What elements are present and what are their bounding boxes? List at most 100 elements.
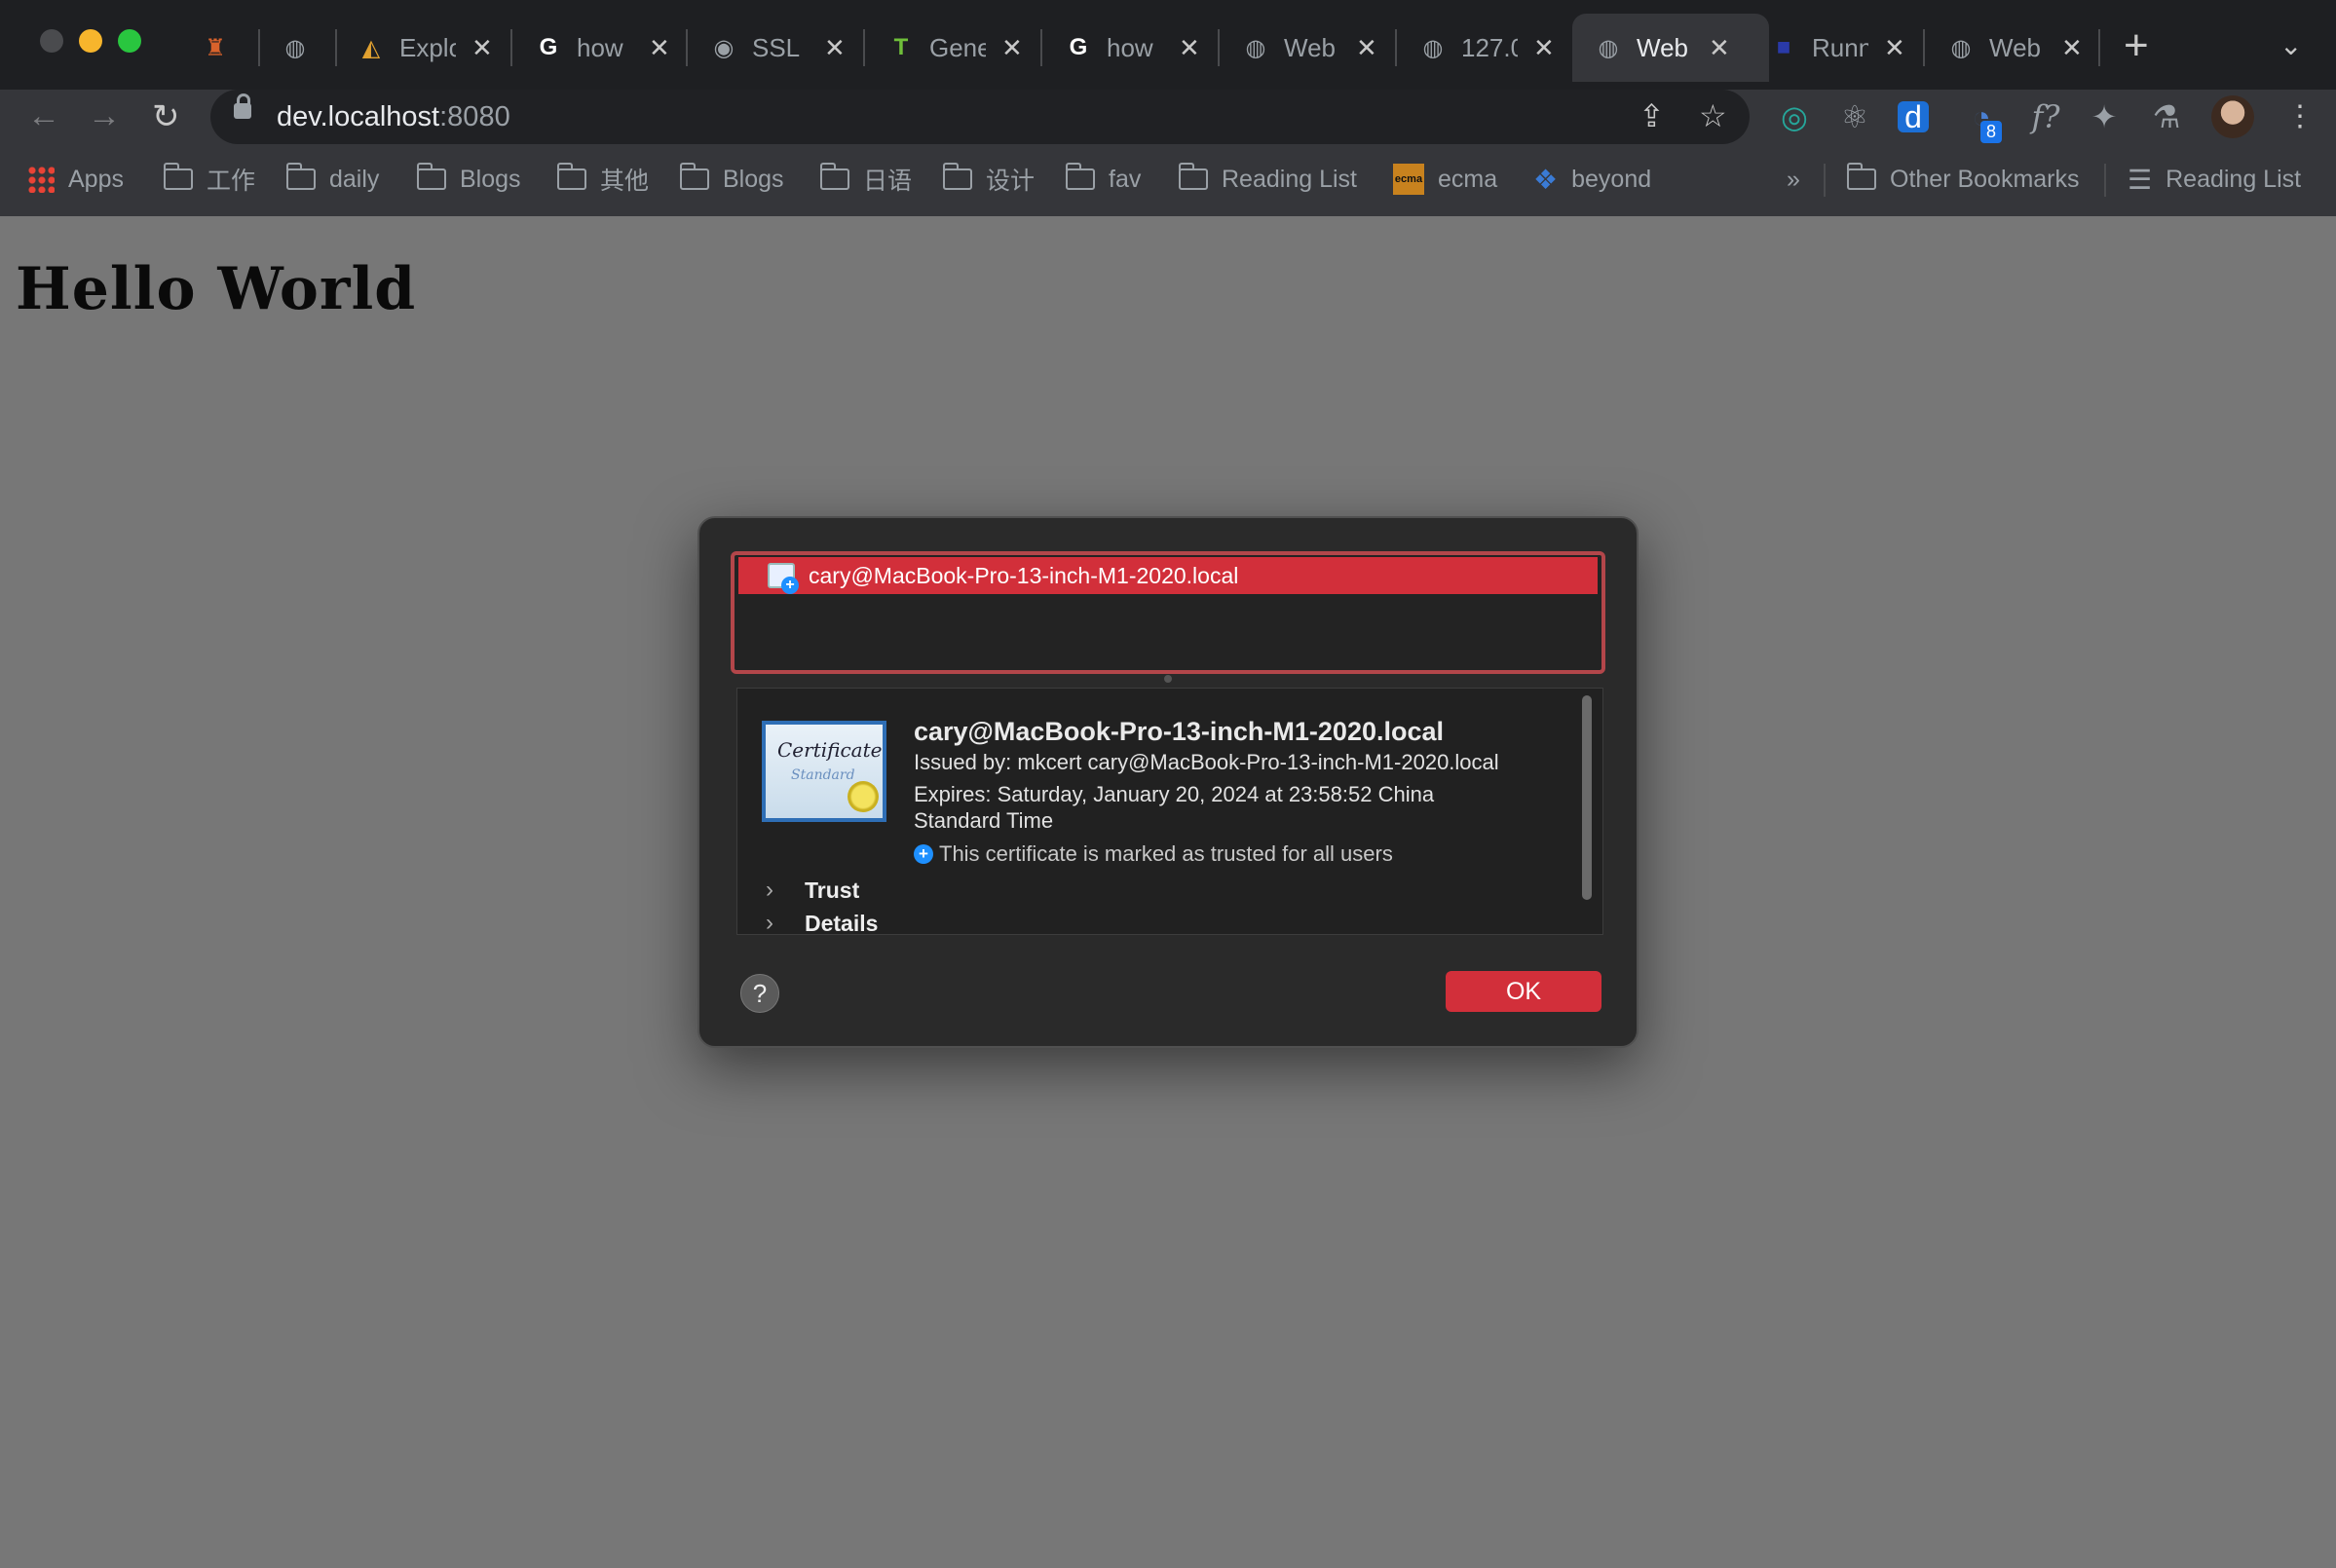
blue-square-icon: ■	[1776, 34, 1791, 60]
labs-flask-icon[interactable]: ⚗	[2147, 97, 2186, 136]
bookmarks-overflow-button[interactable]: »	[1787, 162, 1800, 197]
bookmark-ecma[interactable]: ecma ecma	[1393, 162, 1497, 197]
globe-icon: ◍	[284, 34, 306, 61]
github-icon: ◉	[713, 34, 735, 61]
tab-1[interactable]: ♜	[201, 14, 244, 82]
tab-title: Runn	[1812, 32, 1868, 62]
tab-10-active[interactable]: ◍ Web ✕	[1572, 14, 1769, 82]
menu-kebab-icon[interactable]: ⋮	[2285, 99, 2315, 133]
tab-separator	[2098, 29, 2100, 66]
ok-button[interactable]: OK	[1446, 971, 1601, 1012]
folder-icon	[163, 163, 193, 190]
tab-search-chevron-icon[interactable]: ⌄	[2279, 29, 2302, 61]
bookmark-folder[interactable]: fav	[1065, 162, 1141, 197]
tab-8[interactable]: ◍ Web ✕	[1241, 14, 1377, 82]
browser-window: ♜ ◍ ◭ Explo ✕ G how ✕ ◉ SSL ✕ T Gene ✕ G…	[0, 0, 2336, 1568]
close-icon[interactable]: ✕	[2061, 33, 2083, 63]
reload-icon[interactable]: ↻	[152, 97, 180, 136]
puzzle-extensions-icon[interactable]: ✦	[2085, 97, 2124, 136]
bookmark-beyond[interactable]: ❖ beyond	[1533, 162, 1651, 197]
tab-separator	[686, 29, 688, 66]
close-icon[interactable]: ✕	[649, 33, 670, 63]
tab-separator	[1923, 29, 1925, 66]
close-icon[interactable]: ✕	[1001, 33, 1023, 63]
function-extension-icon[interactable]: f?	[2026, 97, 2065, 136]
certificate-list-item[interactable]: cary@MacBook-Pro-13-inch-M1-2020.local	[738, 557, 1598, 594]
tab-9[interactable]: ◍ 127.0 ✕	[1418, 14, 1555, 82]
back-arrow-icon[interactable]: ←	[27, 97, 60, 135]
tab-6[interactable]: T Gene ✕	[886, 14, 1023, 82]
game-icon: ♜	[205, 34, 226, 61]
seal-icon	[848, 781, 879, 812]
d-extension-icon[interactable]: d	[1898, 99, 1929, 134]
new-tab-button[interactable]: +	[2124, 21, 2149, 70]
trusted-note-text: This certificate is marked as trusted fo…	[939, 841, 1393, 866]
chevron-right-icon: ›	[766, 877, 773, 903]
tab-12[interactable]: ◍ Web ✕	[1946, 14, 2083, 82]
bookmark-label: beyond	[1571, 165, 1652, 193]
certificate-icon	[768, 563, 799, 594]
other-bookmarks[interactable]: Other Bookmarks	[1846, 162, 2080, 197]
bookmark-folder[interactable]: Blogs	[679, 162, 784, 197]
bookmark-apps[interactable]: Apps	[27, 162, 124, 197]
bookmark-folder[interactable]: 其他	[556, 162, 650, 197]
explorer-icon: ◭	[361, 34, 381, 61]
window-maximize-button[interactable]	[118, 29, 141, 53]
bookmark-label: Reading List	[1222, 165, 1357, 193]
bookmark-label: Blogs	[460, 165, 521, 193]
bookmark-folder[interactable]: Blogs	[416, 162, 521, 197]
close-icon[interactable]: ✕	[1179, 33, 1200, 63]
ecma-icon: ecma	[1393, 164, 1424, 195]
certificate-list-label: cary@MacBook-Pro-13-inch-M1-2020.local	[809, 562, 1239, 588]
window-close-button[interactable]	[40, 29, 63, 53]
tab-7[interactable]: G how ✕	[1064, 14, 1200, 82]
bookmark-folder[interactable]: 设计	[942, 162, 1035, 197]
tab-title: Explo	[399, 32, 456, 62]
close-icon[interactable]: ✕	[1709, 33, 1730, 63]
tab-title: how	[577, 32, 623, 62]
close-icon[interactable]: ✕	[1356, 33, 1377, 63]
google-icon: G	[539, 34, 558, 60]
details-disclosure[interactable]: › Details	[766, 914, 878, 933]
react-devtools-icon[interactable]: ⚛	[1835, 97, 1874, 136]
close-icon[interactable]: ✕	[824, 33, 846, 63]
bookmark-star-icon[interactable]: ☆	[1699, 97, 1727, 134]
forward-arrow-icon[interactable]: →	[88, 97, 121, 135]
folder-icon	[942, 163, 972, 190]
tab-3[interactable]: ◭ Explo ✕	[357, 14, 493, 82]
tab-2[interactable]: ◍	[281, 14, 323, 82]
window-minimize-button[interactable]	[79, 29, 102, 53]
tab-11[interactable]: ■ Runn ✕	[1769, 14, 1905, 82]
help-button[interactable]: ?	[740, 974, 779, 1013]
tab-separator	[863, 29, 865, 66]
extension-badge: 8	[1980, 121, 2003, 143]
url-port: :8080	[439, 101, 510, 132]
bookmark-label: ecma	[1438, 165, 1498, 193]
bookmark-folder[interactable]: daily	[285, 162, 379, 197]
avatar[interactable]	[2211, 95, 2254, 138]
bookmark-label: Apps	[68, 165, 124, 193]
lock-icon[interactable]	[234, 93, 251, 119]
details-scrollbar[interactable]	[1582, 695, 1592, 900]
tab-title: 127.0	[1461, 32, 1518, 62]
share-icon[interactable]: ⇪	[1639, 97, 1665, 134]
reading-list[interactable]: ☰ Reading List	[2128, 162, 2301, 197]
apps-grid-icon	[27, 166, 55, 193]
split-divider-handle[interactable]	[1164, 675, 1172, 683]
extension-swirl-icon[interactable]: ◎	[1775, 97, 1814, 136]
bookmark-label: Other Bookmarks	[1890, 165, 2080, 193]
bookmark-folder[interactable]: 日语	[819, 162, 913, 197]
tab-4[interactable]: G how ✕	[534, 14, 670, 82]
tab-5[interactable]: ◉ SSL ✕	[709, 14, 846, 82]
bookmark-folder[interactable]: Reading List	[1178, 162, 1357, 197]
globe-icon: ◍	[1598, 34, 1619, 61]
bookmark-label: 日语	[863, 168, 913, 195]
close-icon[interactable]: ✕	[471, 33, 493, 63]
bookmark-folder[interactable]: 工作	[163, 162, 255, 197]
trust-disclosure[interactable]: › Trust	[766, 877, 859, 904]
close-icon[interactable]: ✕	[1533, 33, 1555, 63]
tab-title: Web	[1637, 32, 1688, 62]
url-text[interactable]: dev.localhost:8080	[277, 101, 510, 133]
bookmark-label: 其他	[600, 168, 650, 195]
close-icon[interactable]: ✕	[1884, 33, 1905, 63]
